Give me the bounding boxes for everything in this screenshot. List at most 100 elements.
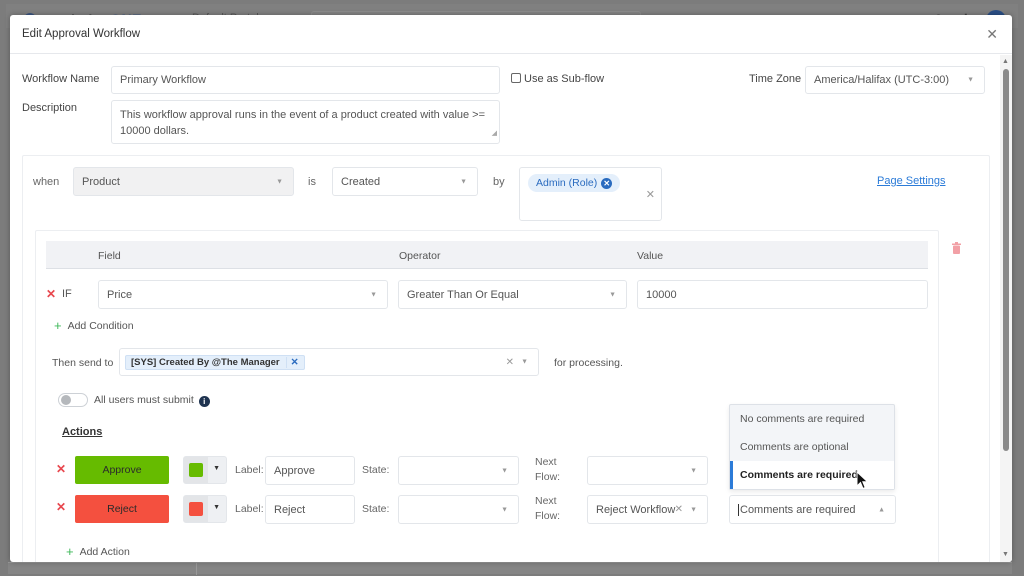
scroll-thumb[interactable] bbox=[1003, 69, 1009, 451]
chevron-down-icon: ▼ bbox=[690, 506, 697, 513]
is-label: is bbox=[308, 176, 316, 188]
entity-select[interactable]: Product ▼ bbox=[73, 167, 294, 196]
chevron-down-icon: ▼ bbox=[501, 506, 508, 513]
condition-field-value: Price bbox=[107, 288, 133, 301]
time-zone-select[interactable]: America/Halifax (UTC-3:00) ▼ bbox=[805, 66, 985, 94]
add-action-button[interactable]: + Add Action bbox=[66, 544, 130, 559]
condition-operator-value: Greater Than Or Equal bbox=[407, 288, 519, 301]
reject-label-input[interactable]: Reject bbox=[265, 495, 355, 524]
actions-title: Actions bbox=[62, 426, 103, 438]
scroll-down-arrow-icon[interactable]: ▼ bbox=[1002, 551, 1009, 558]
recipients-select[interactable]: [SYS] Created By @The Manager ✕ ✕ ▼ bbox=[119, 348, 539, 376]
chevron-down-icon: ▼ bbox=[521, 358, 528, 366]
mouse-cursor-icon bbox=[856, 470, 870, 494]
chevron-down-icon: ▼ bbox=[370, 291, 377, 298]
approve-state-select[interactable]: ▼ bbox=[398, 456, 519, 485]
condition-field-select[interactable]: Price ▼ bbox=[98, 280, 388, 309]
recipient-tag: [SYS] Created By @The Manager ✕ bbox=[125, 354, 305, 370]
reject-comments-select[interactable]: Comments are required ▲ bbox=[729, 495, 896, 524]
chevron-down-icon: ▼ bbox=[501, 467, 508, 474]
remove-action-icon[interactable]: ✕ bbox=[56, 462, 66, 476]
approve-label-input[interactable]: Approve bbox=[265, 456, 355, 485]
chevron-down-icon: ▼ bbox=[460, 178, 467, 185]
by-label: by bbox=[493, 176, 505, 188]
dropdown-option[interactable]: No comments are required bbox=[730, 405, 894, 433]
header-field: Field bbox=[98, 250, 121, 262]
modal-scrollbar[interactable]: ▲ ▼ bbox=[1000, 55, 1012, 562]
next-flow-caption: Next Flow: bbox=[535, 456, 561, 483]
when-label: when bbox=[33, 176, 60, 188]
approve-action-button[interactable]: Approve bbox=[75, 456, 169, 484]
all-users-must-submit-label: All users must submit i bbox=[94, 394, 210, 407]
color-swatch bbox=[189, 502, 203, 516]
comments-dropdown-menu: No comments are required Comments are op… bbox=[729, 404, 895, 490]
approve-color-picker[interactable]: ▼ bbox=[183, 456, 227, 484]
info-icon[interactable]: i bbox=[198, 396, 210, 407]
description-label: Description bbox=[22, 102, 78, 114]
use-as-subflow[interactable]: Use as Sub-flow bbox=[511, 73, 604, 85]
then-send-to-label: Then send to bbox=[52, 357, 114, 369]
header-operator: Operator bbox=[399, 250, 441, 262]
for-processing-label: for processing. bbox=[554, 357, 623, 369]
condition-value-input[interactable]: 10000 bbox=[637, 280, 928, 309]
chevron-up-icon: ▲ bbox=[878, 506, 885, 513]
state-caption: State: bbox=[362, 464, 390, 476]
description-textarea[interactable]: This workflow approval runs in the event… bbox=[111, 100, 500, 144]
remove-tag-icon[interactable]: ✕ bbox=[601, 177, 613, 189]
clear-icon[interactable]: ✕ bbox=[646, 188, 655, 201]
event-select[interactable]: Created ▼ bbox=[332, 167, 478, 196]
modal-body: Workflow Name Primary Workflow Use as Su… bbox=[10, 55, 1000, 562]
dropdown-option[interactable]: Comments are optional bbox=[730, 433, 894, 461]
label-caption: Label: bbox=[235, 464, 264, 476]
by-roles-select[interactable]: Admin (Role) ✕ ✕ bbox=[519, 167, 662, 221]
reject-comments-value: Comments are required bbox=[738, 503, 856, 516]
workflow-name-value: Primary Workflow bbox=[120, 74, 206, 86]
reject-next-flow-select[interactable]: Reject Workflow ✕ ▼ bbox=[587, 495, 708, 524]
remove-recipient-icon[interactable]: ✕ bbox=[285, 356, 299, 368]
approve-label-value: Approve bbox=[274, 464, 315, 477]
chevron-down-icon: ▼ bbox=[609, 291, 616, 298]
description-value: This workflow approval runs in the event… bbox=[120, 109, 486, 137]
reject-state-select[interactable]: ▼ bbox=[398, 495, 519, 524]
if-label: IF bbox=[62, 288, 72, 300]
reject-next-flow-value: Reject Workflow bbox=[596, 503, 676, 516]
plus-icon: + bbox=[54, 318, 62, 333]
modal-header: Edit Approval Workflow ✕ bbox=[10, 15, 1012, 54]
workflow-rule-section: when Product ▼ is Created ▼ by Admin (Ro… bbox=[22, 155, 990, 562]
state-caption: State: bbox=[362, 503, 390, 515]
close-icon[interactable]: ✕ bbox=[986, 26, 998, 43]
time-zone-label: Time Zone bbox=[749, 73, 802, 85]
caret-down-icon: ▼ bbox=[213, 465, 220, 472]
remove-condition-icon[interactable]: ✕ bbox=[46, 287, 56, 301]
time-zone-value: America/Halifax (UTC-3:00) bbox=[814, 74, 950, 86]
chevron-down-icon: ▼ bbox=[690, 467, 697, 474]
remove-action-icon[interactable]: ✕ bbox=[56, 500, 66, 514]
resize-handle-icon[interactable]: ◢ bbox=[492, 126, 497, 142]
reject-action-button[interactable]: Reject bbox=[75, 495, 169, 523]
all-users-must-submit-toggle[interactable] bbox=[58, 393, 88, 407]
toggle-knob bbox=[61, 395, 71, 405]
workflow-name-label: Workflow Name bbox=[22, 73, 100, 85]
background-footer bbox=[8, 562, 1012, 575]
role-tag: Admin (Role) ✕ bbox=[528, 174, 621, 192]
clear-icon[interactable]: ✕ bbox=[675, 504, 683, 515]
add-condition-button[interactable]: + Add Condition bbox=[54, 318, 134, 333]
reject-color-picker[interactable]: ▼ bbox=[183, 495, 227, 523]
entity-value: Product bbox=[82, 175, 120, 188]
condition-box: Field Operator Value ✕ IF Price ▼ Greate… bbox=[35, 230, 939, 562]
header-value: Value bbox=[637, 250, 664, 262]
subflow-checkbox[interactable] bbox=[511, 73, 521, 83]
scroll-up-arrow-icon[interactable]: ▲ bbox=[1002, 58, 1009, 65]
event-value: Created bbox=[341, 175, 381, 188]
trash-icon[interactable] bbox=[951, 242, 962, 257]
chevron-down-icon: ▼ bbox=[276, 178, 283, 185]
workflow-name-input[interactable]: Primary Workflow bbox=[111, 66, 500, 94]
page-settings-link[interactable]: Page Settings bbox=[877, 175, 946, 187]
caret-down-icon: ▼ bbox=[213, 504, 220, 511]
condition-operator-select[interactable]: Greater Than Or Equal ▼ bbox=[398, 280, 627, 309]
clear-icon[interactable]: ✕ bbox=[506, 357, 514, 368]
plus-icon: + bbox=[66, 544, 74, 559]
condition-table-header: Field Operator Value bbox=[46, 241, 928, 269]
approve-next-flow-select[interactable]: ▼ bbox=[587, 456, 708, 485]
next-flow-caption: Next Flow: bbox=[535, 495, 561, 522]
